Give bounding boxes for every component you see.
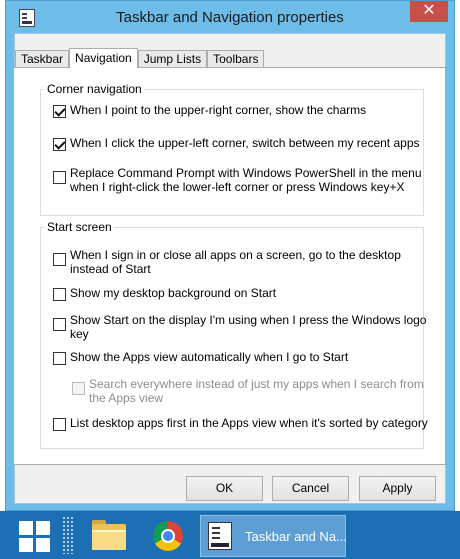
option-show-start-on-display[interactable]: Show Start on the display I'm using when… (53, 313, 426, 341)
chrome-icon[interactable] (145, 514, 191, 558)
option-label: Search everywhere instead of just my app… (89, 377, 424, 405)
checkbox[interactable] (53, 138, 66, 151)
close-button[interactable]: ✕ (410, 1, 448, 22)
taskbar-window-button[interactable]: Taskbar and Na... (200, 515, 347, 557)
option-label: Show my desktop background on Start (70, 286, 277, 300)
cancel-button[interactable]: Cancel (272, 476, 349, 501)
tab-strip: Taskbar Navigation Jump Lists Toolbars (15, 48, 265, 68)
taskbar-properties-icon (208, 522, 232, 550)
option-replace-command-prompt[interactable]: Replace Command Prompt with Windows Powe… (53, 166, 422, 194)
start-screen-title: Start screen (45, 220, 114, 234)
taskbar-window-label: Taskbar and Na... (245, 529, 347, 544)
folder-icon[interactable] (86, 514, 132, 558)
windows-start-icon[interactable] (19, 521, 51, 553)
tab-jump-lists[interactable]: Jump Lists (137, 50, 208, 68)
option-label: List desktop apps first in the Apps view… (70, 416, 428, 430)
option-search-everywhere: Search everywhere instead of just my app… (72, 377, 424, 405)
taskbar: Taskbar and Na... (0, 511, 460, 559)
option-label: Show Start on the display I'm using when… (70, 313, 427, 341)
ok-button[interactable]: OK (186, 476, 263, 501)
option-label: When I click the upper-left corner, swit… (70, 136, 420, 150)
option-label: Replace Command Prompt with Windows Powe… (70, 166, 422, 194)
option-label: When I sign in or close all apps on a sc… (70, 248, 401, 276)
option-switch-recent-apps[interactable]: When I click the upper-left corner, swit… (53, 136, 420, 151)
option-show-charms[interactable]: When I point to the upper-right corner, … (53, 103, 366, 118)
option-label: When I point to the upper-right corner, … (70, 103, 367, 117)
apply-button[interactable]: Apply (359, 476, 436, 501)
option-go-to-desktop[interactable]: When I sign in or close all apps on a sc… (53, 248, 401, 276)
checkbox[interactable] (53, 105, 66, 118)
corner-navigation-title: Corner navigation (45, 82, 144, 96)
checkbox[interactable] (53, 253, 66, 266)
window-title: Taskbar and Navigation properties (116, 9, 344, 26)
navigation-tab-panel: Corner navigation When I point to the up… (13, 67, 446, 465)
checkbox[interactable] (53, 288, 66, 301)
option-desktop-background[interactable]: Show my desktop background on Start (53, 286, 276, 301)
checkbox[interactable] (53, 352, 66, 365)
taskbar-grip[interactable] (62, 516, 74, 554)
title-bar[interactable]: Taskbar and Navigation properties ✕ (6, 1, 454, 33)
tab-navigation[interactable]: Navigation (69, 48, 138, 68)
option-list-desktop-apps-first[interactable]: List desktop apps first in the Apps view… (53, 416, 428, 431)
checkbox[interactable] (53, 418, 66, 431)
checkbox (72, 382, 85, 395)
tab-toolbars[interactable]: Toolbars (207, 50, 265, 68)
option-label: Show the Apps view automatically when I … (70, 350, 349, 364)
tab-taskbar[interactable]: Taskbar (15, 50, 70, 68)
option-show-apps-view[interactable]: Show the Apps view automatically when I … (53, 350, 348, 365)
checkbox[interactable] (53, 171, 66, 184)
checkbox[interactable] (53, 318, 66, 331)
